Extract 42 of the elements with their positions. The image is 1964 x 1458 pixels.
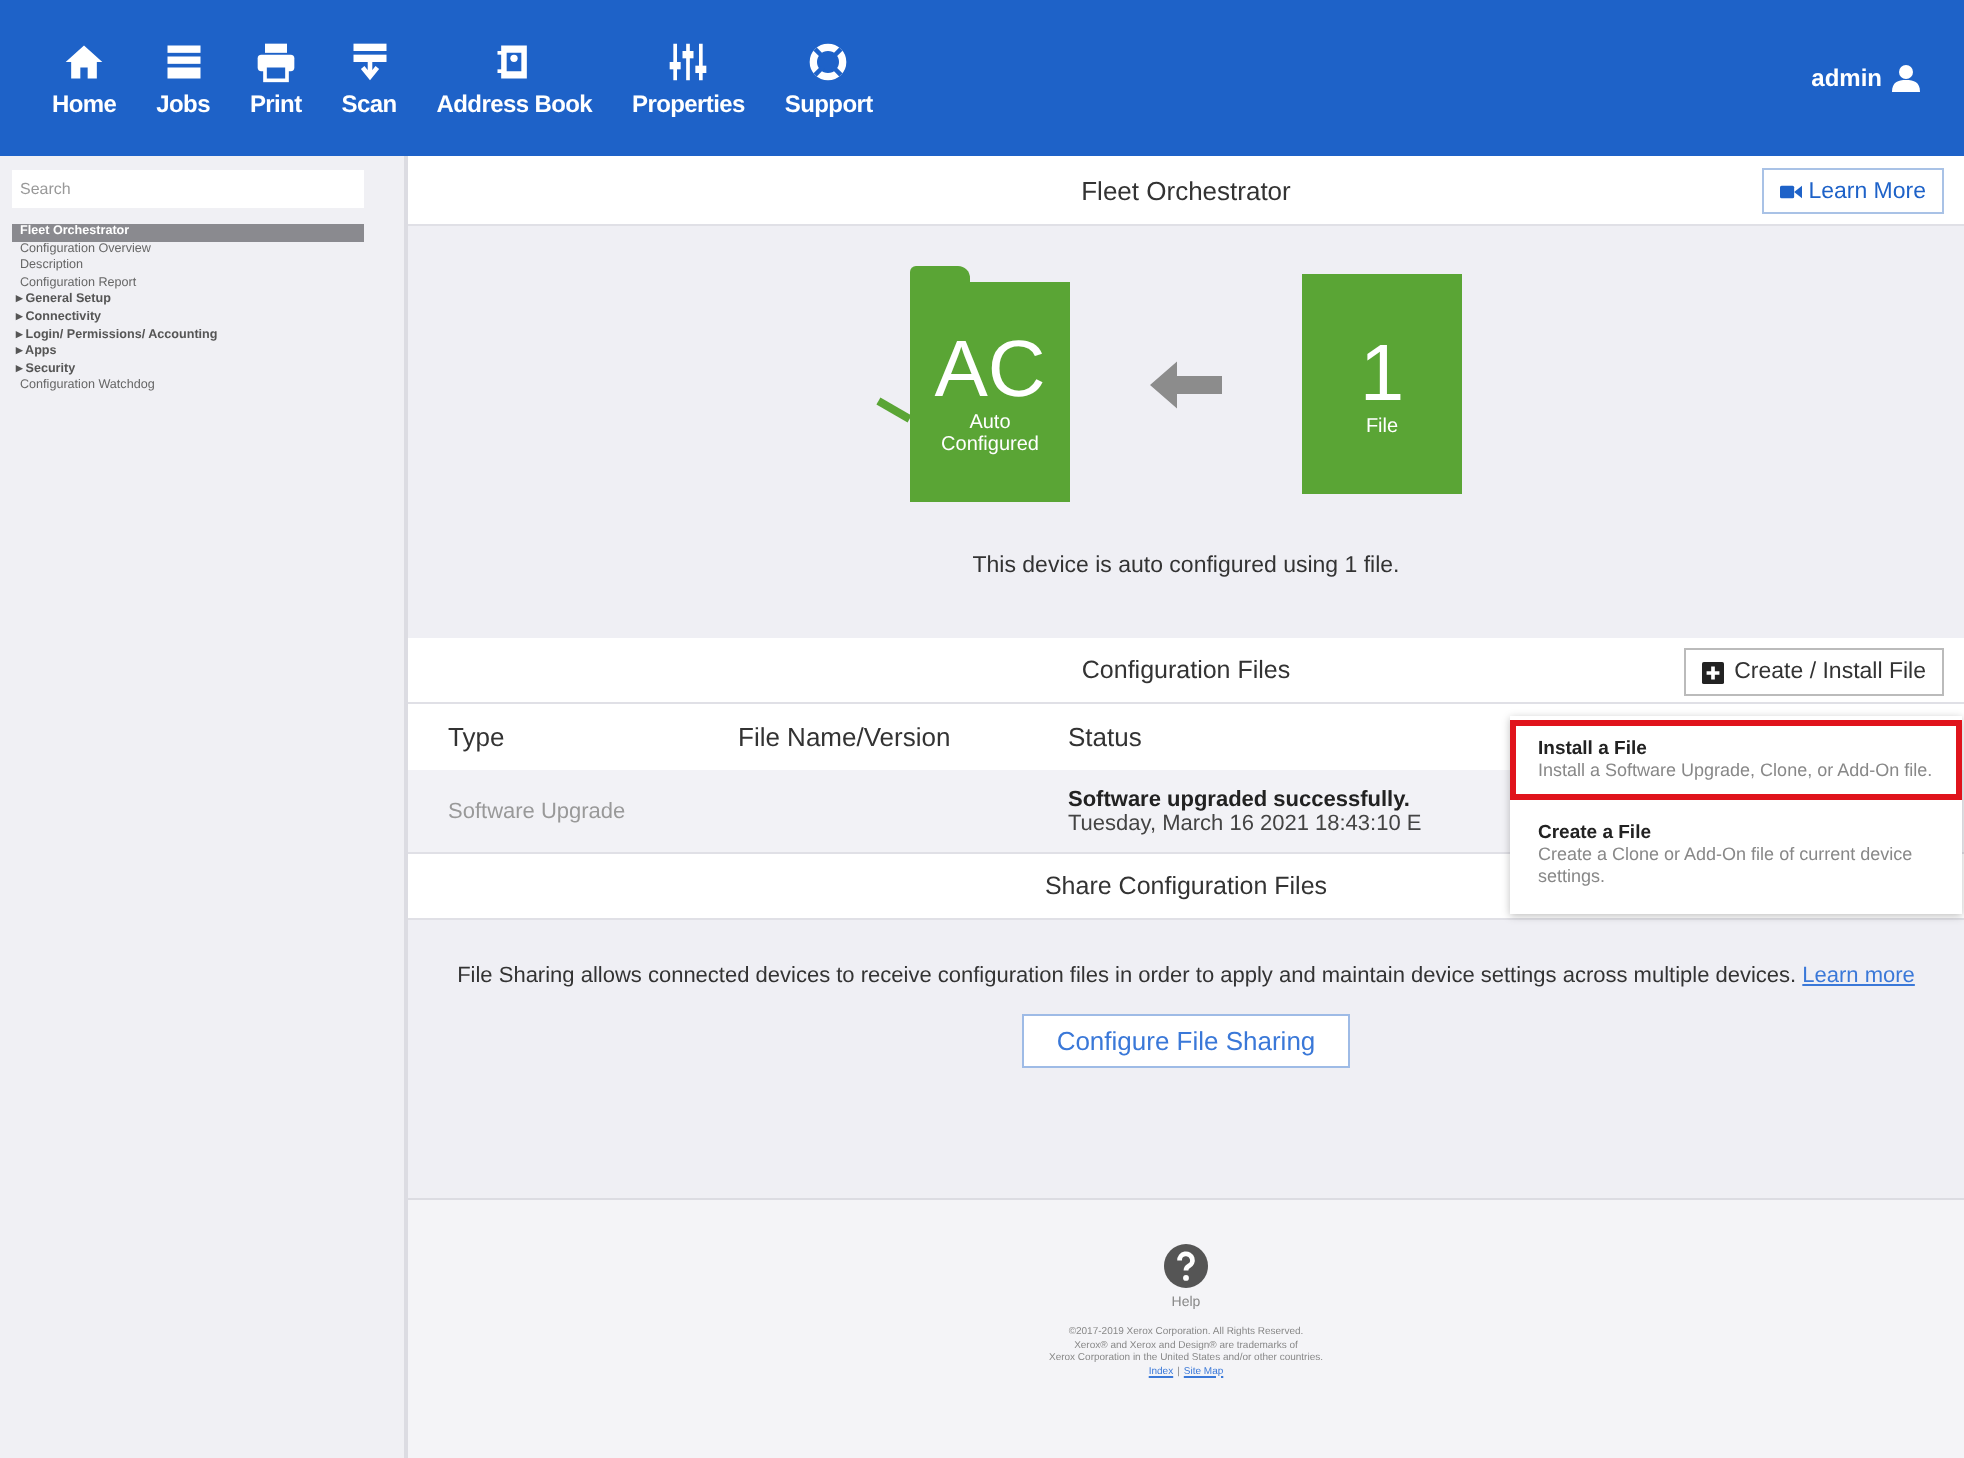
create-install-button[interactable]: Create / Install File — [1684, 648, 1944, 696]
menu-item[interactable]: Install a File Install a Software Upgrade, Clone, or Add-On file. — [1510, 720, 1962, 800]
section-title: Share Configuration Files — [1044, 872, 1328, 900]
learn-more-button[interactable]: Learn More — [1762, 168, 1944, 214]
menu-item-title: Create a File — [1538, 822, 1653, 844]
sliders-icon — [666, 39, 711, 83]
menu-item-description: Install a Software Upgrade, Clone, or Add-On file. — [1538, 760, 1935, 782]
configure-file-sharing-button[interactable]: Configure File Sharing — [1022, 1014, 1350, 1068]
plus-icon — [1702, 661, 1725, 683]
learn-more-link[interactable]: Learn more — [1802, 964, 1915, 988]
page-title: Fleet Orchestrator — [1081, 175, 1291, 205]
column-header: File Name/Version — [738, 722, 951, 752]
table-cell: Software Upgrade — [448, 799, 626, 823]
search-field[interactable]: Search — [12, 170, 364, 208]
nav-button[interactable]: Jobs — [144, 39, 222, 117]
tile-caption: File — [1363, 415, 1401, 437]
description-text: File Sharing allows connected devices to receive configuration files in order to apply and maintain device settings across multiple devices. Learn more — [455, 964, 1917, 990]
nav-button[interactable]: Address Book — [424, 39, 605, 117]
status-date: Tuesday, March 16 2021 18:43:10 E — [1068, 811, 1422, 835]
nav-button[interactable]: Properties — [620, 39, 757, 117]
left-arrow-icon — [1150, 357, 1222, 411]
nav-button[interactable]: Support — [772, 39, 885, 117]
menu-item[interactable]: Create a File Create a Clone or Add-On file of current device settings. — [1510, 804, 1962, 906]
nav-button[interactable]: Print — [237, 39, 314, 117]
menu-item-title: Install a File — [1538, 738, 1649, 760]
summary-text: This device is auto configured using 1 file. — [972, 554, 1400, 578]
video-camera-icon — [1780, 183, 1803, 199]
user-menu-button[interactable]: admin — [1799, 62, 1936, 94]
printer-icon — [253, 39, 298, 83]
tile-value: 1 — [1359, 331, 1405, 415]
column-header: Status — [1068, 722, 1142, 752]
section-title: Configuration Files — [1081, 656, 1291, 684]
help-icon[interactable] — [1164, 1244, 1208, 1288]
nav-button[interactable]: Scan — [329, 39, 409, 117]
tile-caption: Auto Configured — [939, 412, 1041, 456]
lifebuoy-icon — [806, 39, 851, 83]
column-header: Type — [448, 722, 505, 752]
tile-value: AC — [934, 328, 1046, 412]
status-text: Software upgraded successfully. — [1068, 787, 1412, 811]
user-icon — [1892, 64, 1924, 92]
nav-button[interactable]: Home — [40, 39, 129, 117]
menu-item-description: Create a Clone or Add-On file of current device settings. — [1538, 844, 1915, 888]
